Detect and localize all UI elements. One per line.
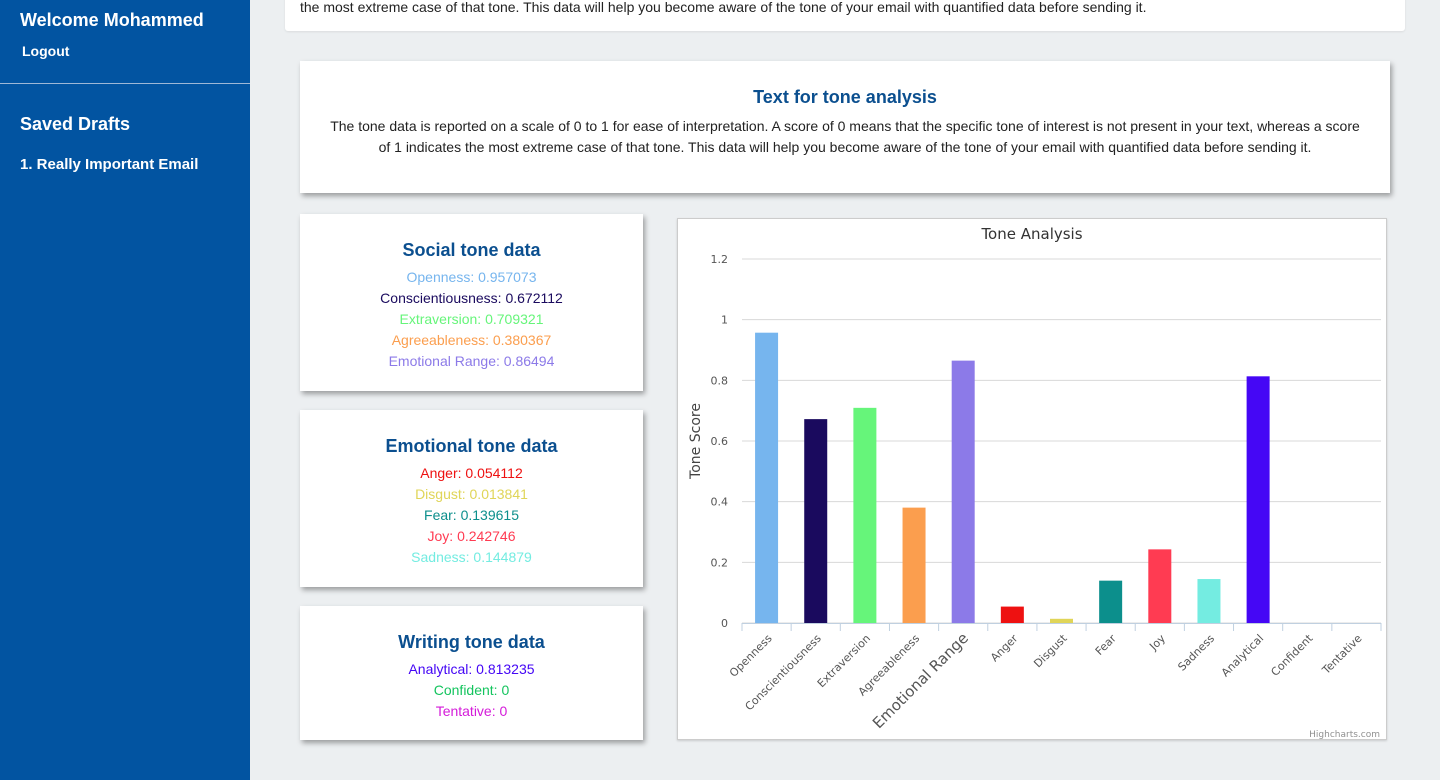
saved-drafts-heading: Saved Drafts [20, 114, 131, 134]
y-tick-label: 0 [721, 617, 728, 630]
y-tick-label: 0.6 [711, 435, 729, 448]
draft-item[interactable]: 1. Really Important Email [20, 156, 198, 173]
y-tick-label: 0.4 [711, 496, 729, 509]
tone-chart-card: Tone Analysis 0 0.2 0.4 0.6 0.8 1 1.2 Tone Score… [677, 218, 1387, 740]
social-tone-emotional-range: Emotional Range: 0.86494 [388, 353, 555, 369]
welcome-text: Welcome Mohammed [20, 10, 204, 30]
intro-title: Text for tone analysis [753, 87, 937, 107]
x-tick-label: Disgust [1031, 631, 1070, 670]
x-tick-label: Tentative [1319, 632, 1365, 678]
x-tick-label: Anger [988, 632, 1021, 665]
writing-tone-analytical: Analytical: 0.813235 [408, 661, 535, 677]
sidebar-divider [0, 83, 250, 84]
emotional-tone-title: Emotional tone data [385, 436, 558, 456]
y-tick-label: 1 [721, 314, 728, 327]
emotional-tone-card: Emotional tone data Anger: 0.054112 Disg… [300, 410, 643, 587]
chart-title: Tone Analysis [980, 225, 1082, 243]
social-tone-openness: Openness: 0.957073 [406, 269, 537, 285]
social-tone-extraversion: Extraversion: 0.709321 [399, 311, 544, 327]
social-tone-title: Social tone data [402, 240, 541, 260]
previous-card: the most extreme case of that tone. This… [285, 0, 1405, 31]
x-tick-label: Openness [727, 632, 775, 680]
x-tick-label: Joy [1146, 632, 1168, 654]
emotional-tone-joy: Joy: 0.242746 [427, 528, 516, 544]
x-tick-label: Confident [1268, 631, 1315, 678]
writing-tone-tentative: Tentative: 0 [435, 703, 508, 719]
x-tick-label: Sadness [1175, 632, 1217, 674]
bar [1246, 376, 1270, 623]
x-tick-label: Fear [1093, 632, 1119, 658]
social-tone-agreeableness: Agreeableness: 0.380367 [391, 332, 552, 348]
logout-link[interactable]: Logout [22, 43, 69, 59]
bar [1050, 618, 1073, 623]
sidebar: Welcome Mohammed Logout Saved Drafts 1. … [0, 0, 250, 780]
writing-tone-title: Writing tone data [398, 632, 545, 652]
bar [1000, 606, 1024, 623]
bar [902, 507, 926, 623]
previous-card-text: the most extreme case of that tone. This… [300, 0, 1147, 15]
social-tone-conscientiousness: Conscientiousness: 0.672112 [380, 290, 563, 306]
emotional-tone-disgust: Disgust: 0.013841 [415, 486, 528, 502]
social-tone-card: Social tone data Openness: 0.957073 Cons… [300, 214, 643, 391]
bar [1148, 549, 1172, 623]
bar [1197, 579, 1221, 623]
writing-tone-card: Writing tone data Analytical: 0.813235 C… [300, 606, 643, 740]
bar [951, 360, 975, 623]
emotional-tone-anger: Anger: 0.054112 [420, 465, 523, 481]
tone-analysis-chart: Tone Analysis 0 0.2 0.4 0.6 0.8 1 1.2 Tone Score… [688, 225, 1382, 739]
x-tick-label: Emotional Range [869, 629, 972, 732]
x-tick-label: Analytical [1219, 632, 1266, 679]
y-tick-label: 0.2 [711, 556, 729, 569]
intro-body: The tone data is reported on a scale of … [330, 118, 1360, 155]
y-tick-label: 0.8 [711, 374, 729, 387]
bar [853, 407, 877, 623]
bar [804, 419, 828, 623]
emotional-tone-fear: Fear: 0.139615 [424, 507, 519, 523]
writing-tone-confident: Confident: 0 [433, 682, 510, 698]
intro-card: Text for tone analysis The tone data is … [300, 61, 1390, 193]
emotional-tone-sadness: Sadness: 0.144879 [411, 549, 532, 565]
y-tick-label: 1.2 [711, 253, 729, 266]
y-axis-label: Tone Score [688, 403, 704, 480]
bar [755, 332, 779, 623]
bar [1099, 580, 1123, 623]
chart-credit: Highcharts.com [1309, 730, 1380, 739]
